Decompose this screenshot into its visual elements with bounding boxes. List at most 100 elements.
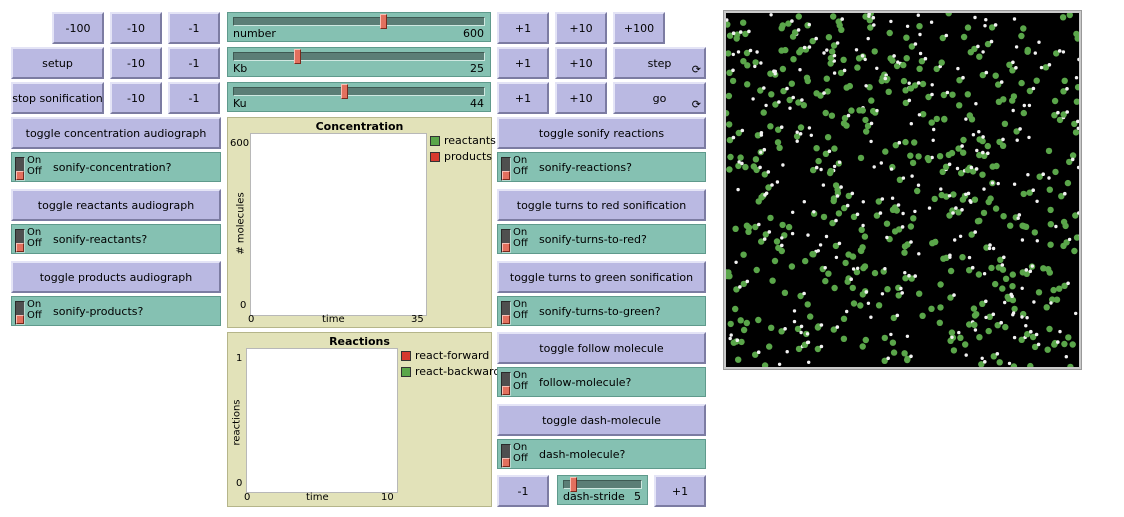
toggle-concentration-audiograph-button[interactable]: toggle concentration audiograph <box>11 117 221 149</box>
free-particle <box>866 36 870 41</box>
number-slider[interactable]: number 600 <box>227 12 491 42</box>
follow-molecule-switch[interactable]: On Off follow-molecule? <box>497 367 706 397</box>
molecule-particle <box>970 265 975 270</box>
number-slider-thumb[interactable] <box>380 14 387 29</box>
free-particle <box>1027 135 1031 140</box>
ku-slider[interactable]: Ku 44 <box>227 82 491 112</box>
toggle-follow-molecule-button[interactable]: toggle follow molecule <box>497 332 706 364</box>
molecule-particle <box>916 81 921 85</box>
molecule-particle <box>1001 137 1005 142</box>
toggle-dash-molecule-button[interactable]: toggle dash-molecule <box>497 404 706 436</box>
molecule <box>992 280 999 288</box>
molecule <box>916 23 923 30</box>
kb-minus-1-button[interactable]: -1 <box>168 47 220 79</box>
stop-sonification-button[interactable]: stop sonification <box>11 82 104 114</box>
plus-100-button[interactable]: +100 <box>613 12 665 44</box>
switch-label: sonify-reactants? <box>53 233 148 246</box>
switch-knob[interactable] <box>502 171 510 180</box>
molecule <box>960 136 967 144</box>
free-particle <box>927 206 932 210</box>
dash-molecule-switch[interactable]: On Off dash-molecule? <box>497 439 706 469</box>
free-particle <box>918 51 923 56</box>
plus-10-button[interactable]: +10 <box>555 12 607 44</box>
free-particle <box>1012 17 1017 21</box>
free-particle <box>907 81 911 85</box>
switch-knob[interactable] <box>502 243 510 252</box>
free-particle <box>917 113 922 117</box>
dash-stride-slider[interactable]: dash-stride 5 <box>557 475 648 505</box>
sonify-turns-to-green-switch[interactable]: On Off sonify-turns-to-green? <box>497 296 706 326</box>
toggle-sonify-reactions-button[interactable]: toggle sonify reactions <box>497 117 706 149</box>
sonify-turns-to-red-switch[interactable]: On Off sonify-turns-to-red? <box>497 224 706 254</box>
free-particle <box>1058 329 1062 334</box>
free-particle <box>910 174 914 178</box>
free-particle <box>996 181 1000 186</box>
ku-minus-10-button[interactable]: -10 <box>110 82 162 114</box>
kb-slider[interactable]: Kb 25 <box>227 47 491 77</box>
toggle-products-audiograph-button[interactable]: toggle products audiograph <box>11 261 221 293</box>
ku-slider-track <box>233 87 485 96</box>
molecule <box>768 324 775 331</box>
molecule <box>1002 275 1010 282</box>
molecule-particle <box>748 48 753 53</box>
molecule <box>1051 97 1059 105</box>
toggle-turns-to-red-button[interactable]: toggle turns to red sonification <box>497 189 706 221</box>
free-particle <box>769 13 773 17</box>
minus-1-button[interactable]: -1 <box>168 12 220 44</box>
free-particle <box>987 246 992 251</box>
molecule <box>726 110 730 117</box>
plus-1-button[interactable]: +1 <box>497 12 549 44</box>
step-button[interactable]: step ⟳ <box>613 47 706 79</box>
legend-swatch <box>401 350 411 361</box>
switch-label: sonify-products? <box>53 305 144 318</box>
sonify-reactions-switch[interactable]: On Off sonify-reactions? <box>497 152 706 182</box>
ku-slider-label: Ku <box>233 97 247 110</box>
ku-plus-1-button[interactable]: +1 <box>497 82 549 114</box>
minus-10-button[interactable]: -10 <box>110 12 162 44</box>
molecule <box>857 302 864 309</box>
switch-track <box>501 372 511 396</box>
molecule <box>984 142 991 150</box>
free-particle <box>931 138 935 142</box>
molecule <box>848 107 855 114</box>
dash-stride-minus-button[interactable]: -1 <box>497 475 549 507</box>
ku-minus-1-button[interactable]: -1 <box>168 82 220 114</box>
ku-slider-thumb[interactable] <box>340 84 348 99</box>
molecule <box>964 91 971 98</box>
switch-knob[interactable] <box>16 243 24 252</box>
kb-plus-10-button[interactable]: +10 <box>555 47 607 79</box>
go-button[interactable]: go ⟳ <box>613 82 706 114</box>
molecule <box>885 88 892 96</box>
free-particle <box>818 243 823 247</box>
switch-knob[interactable] <box>16 315 24 324</box>
switch-knob[interactable] <box>502 315 510 324</box>
molecule <box>1065 334 1072 341</box>
switch-knob[interactable] <box>502 386 510 395</box>
molecule-particle <box>872 23 876 27</box>
free-particle <box>890 196 895 200</box>
toggle-turns-to-green-button[interactable]: toggle turns to green sonification <box>497 261 706 293</box>
sonify-products-switch[interactable]: On Off sonify-products? <box>11 296 221 326</box>
sonify-reactants-switch[interactable]: On Off sonify-reactants? <box>11 224 221 254</box>
free-particle <box>1035 199 1039 203</box>
world-view[interactable] <box>723 10 1082 370</box>
free-particle <box>916 183 921 187</box>
ku-plus-10-button[interactable]: +10 <box>555 82 607 114</box>
kb-minus-10-button[interactable]: -10 <box>110 47 162 79</box>
minus-100-button[interactable]: -100 <box>52 12 104 44</box>
free-particle <box>899 286 903 291</box>
switch-knob[interactable] <box>502 458 510 467</box>
sonify-concentration-switch[interactable]: On Off sonify-concentration? <box>11 152 221 182</box>
switch-knob[interactable] <box>16 171 24 180</box>
kb-slider-thumb[interactable] <box>294 49 302 64</box>
molecule <box>1020 109 1027 117</box>
free-particle <box>967 255 972 260</box>
dash-stride-slider-value: 5 <box>634 490 641 503</box>
toggle-reactants-audiograph-button[interactable]: toggle reactants audiograph <box>11 189 221 221</box>
dash-stride-plus-button[interactable]: +1 <box>654 475 706 507</box>
molecule <box>985 327 992 335</box>
free-particle <box>821 183 826 187</box>
setup-button[interactable]: setup <box>11 47 104 79</box>
free-particle <box>1030 264 1034 268</box>
kb-plus-1-button[interactable]: +1 <box>497 47 549 79</box>
